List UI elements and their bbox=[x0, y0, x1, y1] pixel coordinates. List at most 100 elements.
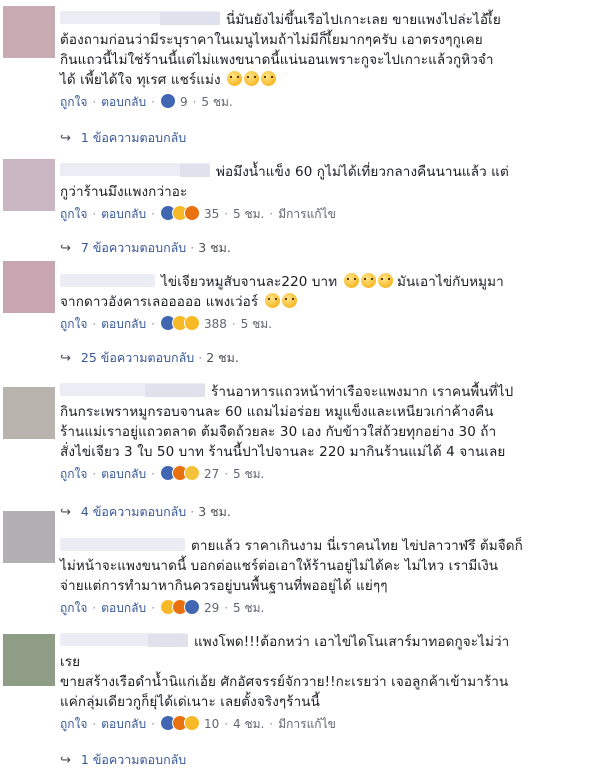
avatar[interactable] bbox=[3, 387, 55, 439]
avatar[interactable] bbox=[3, 6, 55, 58]
replies-count[interactable]: 4 ข้อความตอบกลับ bbox=[81, 504, 186, 519]
comment-line: ตายแล้ว ราคาเกินงาม นี่เราคนไทย ไข่ปลาวา… bbox=[191, 538, 523, 554]
comment-body: นี่มันยังไม่ขึ้นเรือไปเกาะเลย ขายแพงไปล่… bbox=[60, 10, 580, 111]
timestamp[interactable]: 5 ชม. bbox=[233, 467, 264, 481]
replies-count[interactable]: 7 ข้อความตอบกลับ bbox=[81, 240, 186, 255]
comment-line: นี่มันยังไม่ขึ้นเรือไปเกาะเลย ขายแพงไปล่… bbox=[226, 12, 501, 28]
angry-reaction-icon bbox=[183, 205, 200, 221]
comment-text: พ่อมึงน้ำแข็ง 60 กูไม่ได้เที่ยวกลางคืนนา… bbox=[60, 162, 580, 202]
reply-button[interactable]: ตอบกลับ bbox=[101, 717, 146, 731]
reaction-count[interactable]: 35 bbox=[204, 207, 219, 221]
comment-actions: ถูกใจ · ตอบกลับ · 9 · 5 ชม. bbox=[60, 93, 233, 109]
replies-count[interactable]: 1 ข้อความตอบกลับ bbox=[81, 752, 186, 767]
reply-button[interactable]: ตอบกลับ bbox=[101, 207, 146, 221]
comment-text: ไข่เจียวหมูสับจานละ220 บาท มันเอาไข่กับห… bbox=[60, 272, 580, 312]
author-name-redacted[interactable] bbox=[60, 163, 210, 177]
avatar[interactable] bbox=[3, 634, 55, 686]
like-button[interactable]: ถูกใจ bbox=[60, 317, 87, 331]
reaction-count[interactable]: 388 bbox=[204, 317, 227, 331]
reaction-icons[interactable] bbox=[159, 465, 200, 481]
comment-line: กินแถวนี้ไม่ใช่ร้านนี้แต่ไม่แพงขนาดนี้แน… bbox=[60, 52, 494, 68]
comment-text: ร้านอาหารแถวหน้าท่าเรือจะแพงมาก เราคนพื้… bbox=[60, 382, 580, 462]
author-name-redacted[interactable] bbox=[60, 538, 185, 551]
replies-count[interactable]: 1 ข้อความตอบกลับ bbox=[81, 130, 186, 145]
reply-arrow-icon: ↪ bbox=[60, 753, 71, 768]
comment-body: ร้านอาหารแถวหน้าท่าเรือจะแพงมาก เราคนพื้… bbox=[60, 382, 580, 483]
avatar[interactable] bbox=[3, 159, 55, 211]
flushed-emoji-icon bbox=[281, 293, 297, 308]
like-reaction-icon bbox=[159, 93, 176, 109]
comment-text: ตายแล้ว ราคาเกินงาม นี่เราคนไทย ไข่ปลาวา… bbox=[60, 536, 580, 596]
comment-body: ไข่เจียวหมูสับจานละ220 บาท มันเอาไข่กับห… bbox=[60, 272, 580, 333]
comment-actions: ถูกใจ · ตอบกลับ · 29 · 5 ชม. bbox=[60, 599, 265, 615]
view-replies-link[interactable]: ↪ 7 ข้อความตอบกลับ · 3 ชม. bbox=[60, 239, 231, 258]
view-replies-link[interactable]: ↪ 1 ข้อความตอบกลับ bbox=[60, 751, 186, 770]
comment-line: เรย bbox=[60, 654, 81, 670]
comment-line: ต้องถามก่อนว่ามีระบุราคาในเมนูไหมถ้าไม่ม… bbox=[60, 32, 483, 48]
avatar[interactable] bbox=[3, 261, 55, 313]
reaction-count[interactable]: 10 bbox=[204, 717, 219, 731]
timestamp[interactable]: 5 ชม. bbox=[201, 95, 232, 109]
flushed-emoji-icon bbox=[264, 293, 280, 308]
timestamp[interactable]: 4 ชม. bbox=[233, 717, 264, 731]
reply-button[interactable]: ตอบกลับ bbox=[101, 467, 146, 481]
author-name-redacted[interactable] bbox=[60, 274, 155, 287]
author-name-redacted[interactable] bbox=[60, 383, 205, 397]
like-button[interactable]: ถูกใจ bbox=[60, 717, 87, 731]
replies-count[interactable]: 25 ข้อความตอบกลับ bbox=[81, 350, 194, 365]
view-replies-link[interactable]: ↪ 25 ข้อความตอบกลับ · 2 ชม. bbox=[60, 349, 239, 368]
view-replies-link[interactable]: ↪ 4 ข้อความตอบกลับ · 3 ชม. bbox=[60, 503, 231, 522]
reply-button[interactable]: ตอบกลับ bbox=[101, 601, 146, 615]
author-name-redacted[interactable] bbox=[60, 11, 220, 25]
comment-line: แพงโพด!!!ต้อกหว่า เอาไข่ไดโนเสาร์มาทอดกู… bbox=[194, 634, 510, 650]
comment-line: ขายสร้างเรือดำน้ำนิแก่เอ้ย ศักอัศจรรย์จั… bbox=[60, 674, 509, 690]
flushed-emoji-icon bbox=[360, 273, 376, 288]
comment-text: แพงโพด!!!ต้อกหว่า เอาไข่ไดโนเสาร์มาทอดกู… bbox=[60, 632, 580, 712]
comment-line: แค่กลุ่มเดียวกูก็ยุ่ได้เด่เนาะ เลยตั้งจร… bbox=[60, 694, 320, 710]
timestamp[interactable]: 5 ชม. bbox=[233, 207, 264, 221]
reaction-icons[interactable] bbox=[159, 599, 200, 615]
timestamp[interactable]: 5 ชม. bbox=[241, 317, 272, 331]
flushed-emoji-icon bbox=[377, 273, 393, 288]
comment-line: มันเอาไข่กับหมูมา bbox=[397, 274, 504, 290]
comment-line: กินกระเพราหมูกรอบจานละ 60 แถมไม่อร่อย หม… bbox=[60, 404, 494, 420]
comment-text: นี่มันยังไม่ขึ้นเรือไปเกาะเลย ขายแพงไปล่… bbox=[60, 10, 580, 90]
replies-timestamp: 3 ชม. bbox=[198, 504, 231, 519]
reaction-count[interactable]: 9 bbox=[180, 95, 188, 109]
reaction-count[interactable]: 27 bbox=[204, 467, 219, 481]
comment-line: ร้านแม่เราอยู่แถวตลาด ต้มจืดถ้วยละ 30 เอ… bbox=[60, 424, 497, 440]
like-button[interactable]: ถูกใจ bbox=[60, 95, 87, 109]
comment-line: ได้ เพี้ยได้ใจ ทุเรศ แชร์แม่ง bbox=[60, 72, 221, 88]
like-button[interactable]: ถูกใจ bbox=[60, 467, 87, 481]
avatar[interactable] bbox=[3, 511, 55, 563]
reaction-icons[interactable] bbox=[159, 315, 200, 331]
reply-arrow-icon: ↪ bbox=[60, 131, 71, 146]
comment-body: พ่อมึงน้ำแข็ง 60 กูไม่ได้เที่ยวกลางคืนนา… bbox=[60, 162, 580, 223]
comment-actions: ถูกใจ · ตอบกลับ · 27 · 5 ชม. bbox=[60, 465, 265, 481]
edited-label[interactable]: มีการแก้ไข bbox=[278, 717, 336, 731]
reaction-icons[interactable] bbox=[159, 205, 200, 221]
reaction-icons[interactable] bbox=[159, 715, 200, 731]
grinning-emoji-icon bbox=[227, 71, 243, 86]
timestamp[interactable]: 5 ชม. bbox=[233, 601, 264, 615]
view-replies-link[interactable]: ↪ 1 ข้อความตอบกลับ bbox=[60, 129, 186, 148]
replies-timestamp: 2 ชม. bbox=[206, 350, 239, 365]
reply-arrow-icon: ↪ bbox=[60, 505, 71, 520]
reaction-count[interactable]: 29 bbox=[204, 601, 219, 615]
comment-body: แพงโพด!!!ต้อกหว่า เอาไข่ไดโนเสาร์มาทอดกู… bbox=[60, 632, 580, 733]
like-button[interactable]: ถูกใจ bbox=[60, 207, 87, 221]
edited-label[interactable]: มีการแก้ไข bbox=[278, 207, 336, 221]
grinning-emoji-icon bbox=[261, 71, 277, 86]
reaction-icons[interactable] bbox=[159, 93, 176, 109]
comment-line: ไข่เจียวหมูสับจานละ220 บาท bbox=[161, 274, 338, 290]
reply-button[interactable]: ตอบกลับ bbox=[101, 95, 146, 109]
comment-line: ไม่หน้าจะแพงขนาดนี้ บอกต่อแชร์ต่อเอาให้ร… bbox=[60, 558, 499, 574]
wow-reaction-icon bbox=[183, 315, 200, 331]
grinning-emoji-icon bbox=[244, 71, 260, 86]
comment-actions: ถูกใจ · ตอบกลับ · 388 · 5 ชม. bbox=[60, 315, 272, 331]
comment-line: จ่ายแต่การทำมาหากินควรอยู่บนพื้นฐานที่พอ… bbox=[60, 578, 388, 594]
reply-button[interactable]: ตอบกลับ bbox=[101, 317, 146, 331]
like-button[interactable]: ถูกใจ bbox=[60, 601, 87, 615]
author-name-redacted[interactable] bbox=[60, 633, 188, 647]
comment-body: ตายแล้ว ราคาเกินงาม นี่เราคนไทย ไข่ปลาวา… bbox=[60, 536, 580, 617]
